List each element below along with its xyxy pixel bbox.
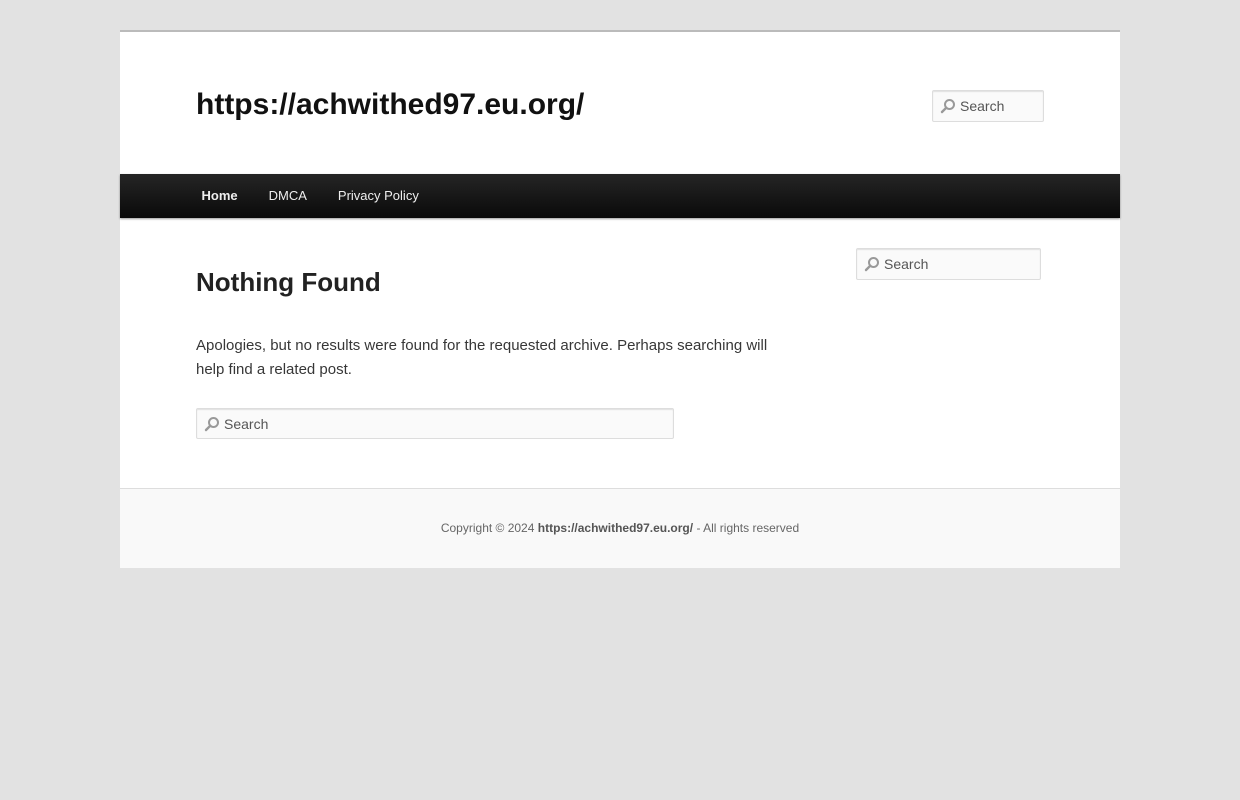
- no-results-message: Apologies, but no results were found for…: [196, 337, 768, 378]
- nav-item-dmca: DMCA: [253, 174, 322, 218]
- nav-item-privacy-policy: Privacy Policy: [322, 174, 434, 218]
- nav-link-dmca[interactable]: DMCA: [253, 174, 322, 218]
- sidebar-search-field[interactable]: [856, 248, 1041, 280]
- nav-item-home: Home: [186, 174, 253, 218]
- page-container: https://achwithed97.eu.org/ Home DMCA Pr…: [120, 30, 1120, 568]
- nav-link-privacy-policy[interactable]: Privacy Policy: [322, 174, 434, 218]
- main-navigation: Home DMCA Privacy Policy: [120, 174, 1120, 218]
- footer-rights-suffix: - All rights reserved: [693, 521, 800, 535]
- header-search-field[interactable]: [932, 90, 1044, 122]
- footer-site-link[interactable]: https://achwithed97.eu.org/: [538, 521, 693, 535]
- nav-link-home[interactable]: Home: [186, 174, 253, 218]
- search-icon: [864, 257, 879, 272]
- footer-copyright-prefix: Copyright © 2024: [440, 521, 538, 535]
- nav-menu: Home DMCA Privacy Policy: [120, 174, 1120, 218]
- footer: Copyright © 2024 https://achwithed97.eu.…: [120, 488, 1120, 568]
- page-title: Nothing Found: [196, 267, 381, 297]
- content-search-input[interactable]: [220, 415, 673, 432]
- content-search-field[interactable]: [196, 408, 674, 439]
- site-title[interactable]: https://achwithed97.eu.org/: [196, 87, 584, 123]
- sidebar-search-input[interactable]: [880, 256, 1040, 272]
- header-search-input[interactable]: [956, 98, 1043, 114]
- search-icon: [204, 416, 219, 431]
- search-icon: [940, 99, 955, 114]
